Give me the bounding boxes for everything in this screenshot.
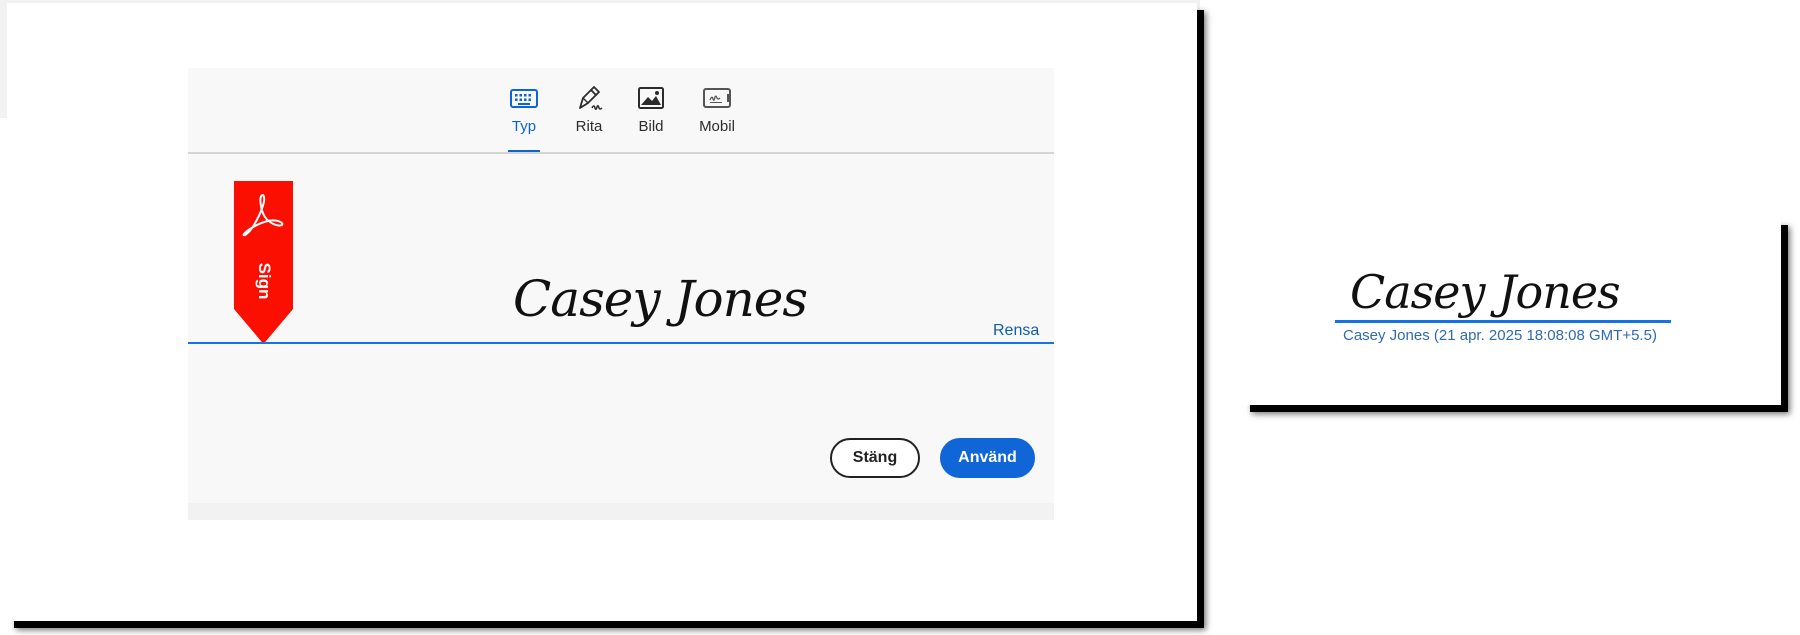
acrobat-sign-badge: Sign	[234, 181, 293, 344]
tab-type-label: Typ	[511, 118, 537, 135]
keyboard-icon	[510, 89, 538, 108]
pen-draw-icon	[579, 86, 603, 111]
tab-draw[interactable]: Rita	[570, 84, 608, 135]
signature-method-tabs: Typ Rita Bild Mobil	[188, 68, 1054, 154]
image-icon	[638, 87, 664, 109]
signature-input[interactable]: Casey Jones	[513, 270, 808, 328]
mobile-signature-icon	[703, 88, 731, 108]
tab-image-label: Bild	[638, 118, 664, 135]
dialog-footer-strip	[188, 503, 1054, 520]
applied-signature-text: Casey Jones	[1350, 265, 1621, 319]
applied-signature-line	[1335, 320, 1671, 323]
apply-button[interactable]: Använd	[940, 438, 1035, 478]
tab-mobile[interactable]: Mobil	[693, 84, 741, 135]
badge-shape	[234, 181, 293, 344]
clear-signature-link[interactable]: Rensa	[993, 322, 1039, 340]
tab-mobile-label: Mobil	[699, 118, 735, 135]
applied-signature-caption: Casey Jones (21 apr. 2025 18:08:08 GMT+5…	[1343, 327, 1657, 344]
close-button[interactable]: Stäng	[830, 438, 920, 478]
tab-type[interactable]: Typ	[508, 84, 540, 153]
tabs-divider	[188, 152, 1054, 154]
signature-baseline	[188, 342, 1054, 344]
tab-draw-label: Rita	[575, 118, 603, 135]
tab-image[interactable]: Bild	[634, 84, 668, 135]
screenshot-canvas: Typ Rita Bild Mobil Sign Casey Jones Ren…	[0, 0, 1800, 635]
